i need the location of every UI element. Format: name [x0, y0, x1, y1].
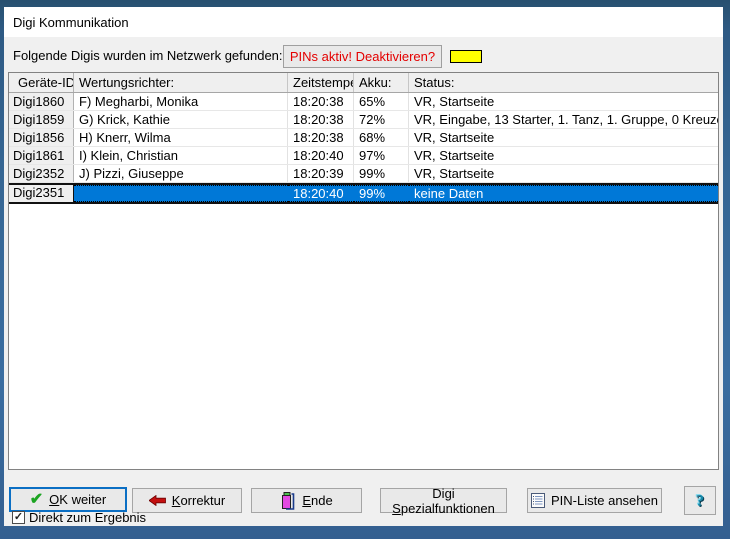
- cell-timestamp: 18:20:40: [288, 147, 354, 164]
- table-row[interactable]: Digi2352 J) Pizzi, Giuseppe 18:20:39 99%…: [9, 165, 718, 183]
- cell-device-id: Digi1861: [9, 147, 74, 164]
- question-mark-icon: ?: [696, 491, 705, 511]
- table-row[interactable]: Digi1860 F) Megharbi, Monika 18:20:38 65…: [9, 93, 718, 111]
- checkbox-check-icon: ✓: [14, 512, 23, 523]
- cell-judge: [74, 185, 288, 202]
- column-header-akku: Akku:: [354, 73, 409, 92]
- cell-battery: 65%: [354, 93, 409, 110]
- cell-timestamp: 18:20:40: [288, 185, 354, 202]
- cell-judge: F) Megharbi, Monika: [74, 93, 288, 110]
- cell-battery: 99%: [354, 185, 409, 202]
- cell-judge: J) Pizzi, Giuseppe: [74, 165, 288, 182]
- pin-status-indicator: [450, 50, 482, 63]
- table-row[interactable]: Digi1856 H) Knerr, Wilma 18:20:38 68% VR…: [9, 129, 718, 147]
- cell-device-id: Digi2351: [9, 185, 74, 202]
- app-background: { "window": { "title": "Digi Kommunikati…: [0, 0, 730, 539]
- green-check-icon: ✔: [30, 493, 43, 507]
- ok-weiter-button[interactable]: ✔ OK weiter: [9, 487, 127, 512]
- pin-liste-label: PIN-Liste ansehen: [551, 493, 658, 508]
- dialog-titlebar: Digi Kommunikation: [4, 7, 723, 37]
- table-row[interactable]: Digi1861 I) Klein, Christian 18:20:40 97…: [9, 147, 718, 165]
- column-header-geraete-id: Geräte-ID:: [9, 73, 74, 92]
- cell-battery: 68%: [354, 129, 409, 146]
- pins-deactivate-button[interactable]: PINs aktiv! Deaktivieren?: [283, 45, 442, 68]
- cell-status: VR, Eingabe, 13 Starter, 1. Tanz, 1. Gru…: [409, 111, 718, 128]
- list-document-icon: [531, 493, 545, 508]
- cell-timestamp: 18:20:38: [288, 111, 354, 128]
- cell-judge: H) Knerr, Wilma: [74, 129, 288, 146]
- cell-status: VR, Startseite: [409, 93, 718, 110]
- checkbox-box[interactable]: ✓: [12, 511, 25, 524]
- cell-device-id: Digi2352: [9, 165, 74, 182]
- cell-status: VR, Startseite: [409, 129, 718, 146]
- cell-status: VR, Startseite: [409, 165, 718, 182]
- digi-spezialfunktionen-button[interactable]: Digi Spezialfunktionen: [380, 488, 507, 513]
- ok-weiter-label: OK weiter: [49, 492, 106, 507]
- table-row[interactable]: Digi1859 G) Krick, Kathie 18:20:38 72% V…: [9, 111, 718, 129]
- device-table: Geräte-ID: Wertungsrichter: Zeitstempel:…: [8, 72, 719, 470]
- pins-deactivate-label: PINs aktiv! Deaktivieren?: [290, 49, 435, 64]
- checkbox-label: Direkt zum Ergebnis: [29, 510, 146, 525]
- korrektur-label: Korrektur: [172, 493, 225, 508]
- dialog-title: Digi Kommunikation: [13, 15, 129, 30]
- network-info-label: Folgende Digis wurden im Netzwerk gefund…: [13, 48, 283, 63]
- digi-kommunikation-dialog: Digi Kommunikation Folgende Digis wurden…: [4, 7, 723, 526]
- cell-status: keine Daten: [409, 185, 718, 202]
- column-header-wertungsrichter: Wertungsrichter:: [74, 73, 288, 92]
- direkt-zum-ergebnis-checkbox[interactable]: ✓ Direkt zum Ergebnis: [12, 510, 146, 525]
- korrektur-button[interactable]: Korrektur: [132, 488, 242, 513]
- help-button[interactable]: ?: [684, 486, 716, 515]
- column-header-zeitstempel: Zeitstempel:: [288, 73, 354, 92]
- cell-device-id: Digi1856: [9, 129, 74, 146]
- table-header-row: Geräte-ID: Wertungsrichter: Zeitstempel:…: [9, 73, 718, 93]
- cell-judge: I) Klein, Christian: [74, 147, 288, 164]
- cell-battery: 72%: [354, 111, 409, 128]
- ende-label: Ende: [302, 493, 332, 508]
- column-header-status: Status:: [409, 73, 718, 92]
- cell-battery: 97%: [354, 147, 409, 164]
- cell-device-id: Digi1860: [9, 93, 74, 110]
- cell-battery: 99%: [354, 165, 409, 182]
- ende-button[interactable]: Ende: [251, 488, 362, 513]
- cell-judge: G) Krick, Kathie: [74, 111, 288, 128]
- cell-device-id: Digi1859: [9, 111, 74, 128]
- cell-timestamp: 18:20:38: [288, 129, 354, 146]
- exit-door-icon: [280, 492, 296, 510]
- table-row-selected[interactable]: Digi2351 18:20:40 99% keine Daten: [9, 183, 718, 204]
- red-left-arrow-icon: [149, 495, 166, 506]
- cell-status: VR, Startseite: [409, 147, 718, 164]
- cell-timestamp: 18:20:39: [288, 165, 354, 182]
- pin-liste-ansehen-button[interactable]: PIN-Liste ansehen: [527, 488, 662, 513]
- cell-timestamp: 18:20:38: [288, 93, 354, 110]
- spezial-label: Digi Spezialfunktionen: [381, 486, 506, 516]
